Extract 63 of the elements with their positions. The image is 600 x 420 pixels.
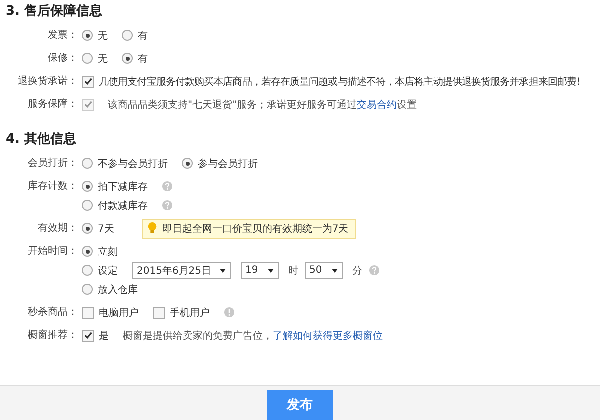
option-label[interactable]: 付款减库存	[98, 198, 148, 212]
hint-text: 设置	[397, 98, 418, 112]
option-label[interactable]: 无	[98, 52, 108, 66]
dropdown[interactable]: 50	[304, 262, 343, 279]
hint-text: 该商品品类须支持"七天退货"服务；承诺更好服务可通过	[108, 98, 358, 112]
lightbulb-icon	[147, 222, 158, 235]
radio-button[interactable]	[82, 265, 93, 276]
field-label: 服务保障：	[28, 99, 78, 110]
link[interactable]: 了解如何获得更多橱窗位	[273, 328, 383, 342]
option-label[interactable]: 立刻	[98, 244, 118, 258]
link[interactable]: 交易合约	[357, 98, 398, 112]
radio-button[interactable]	[82, 200, 93, 211]
option-label[interactable]: 电脑用户	[99, 306, 139, 320]
option-label[interactable]: 手机用户	[170, 306, 210, 320]
option-label[interactable]: 有	[138, 52, 148, 66]
checkbox[interactable]	[153, 306, 165, 318]
option-label[interactable]: 不参与会员打折	[98, 156, 168, 170]
option-label[interactable]: 7天	[98, 222, 114, 236]
field-label: 库存计数：	[28, 181, 78, 192]
dropdown[interactable]: 2015年6月25日	[132, 262, 231, 279]
field-label: 有效期：	[38, 223, 78, 234]
help-icon[interactable]	[162, 200, 173, 211]
field-label: 开始时间：	[28, 246, 78, 257]
option-label[interactable]: 设定	[98, 264, 118, 278]
radio-button[interactable]	[182, 158, 193, 169]
option-label[interactable]: 有	[138, 28, 148, 42]
hint-text: 橱窗是提供给卖家的免费广告位，	[123, 330, 273, 342]
checkbox[interactable]	[82, 330, 94, 342]
caret-icon	[268, 268, 274, 272]
hint-text: 分	[352, 264, 363, 278]
field-label: 发票：	[48, 30, 78, 41]
radio-button[interactable]	[82, 181, 93, 192]
radio-button[interactable]	[82, 284, 93, 295]
field-label: 退换货承诺：	[18, 76, 78, 87]
dropdown[interactable]: 19	[240, 262, 279, 279]
radio-button[interactable]	[122, 30, 133, 41]
radio-button[interactable]	[82, 223, 93, 234]
radio-button[interactable]	[82, 53, 93, 64]
option-label[interactable]: 参与会员打折	[198, 156, 258, 170]
section-title: 3. 售后保障信息	[6, 2, 104, 20]
checkbox[interactable]	[82, 306, 94, 318]
option-label[interactable]: 拍下减库存	[98, 180, 148, 194]
section-title: 4. 其他信息	[6, 131, 78, 148]
caret-icon	[332, 268, 338, 272]
field-label: 会员打折：	[28, 158, 78, 169]
option-label[interactable]: 几使用支付宝服务付款购买本店商品，若存在质量问题或与描述不符，本店将主动提供退换货服务并承担来回邮费!	[99, 74, 580, 88]
radio-button[interactable]	[82, 30, 93, 41]
checkbox[interactable]	[82, 76, 94, 88]
option-label[interactable]: 无	[98, 28, 108, 42]
field-label: 保修：	[48, 53, 78, 64]
option-label[interactable]: 是	[99, 328, 109, 342]
field-label: 秒杀商品：	[28, 307, 78, 318]
caret-icon	[220, 268, 226, 272]
field-label: 橱窗推荐：	[28, 330, 78, 341]
option-label[interactable]: 放入仓库	[98, 282, 138, 296]
help-icon[interactable]	[162, 181, 173, 192]
radio-button[interactable]	[82, 246, 93, 257]
radio-button[interactable]	[122, 53, 133, 64]
info-icon[interactable]	[224, 307, 235, 318]
radio-button[interactable]	[82, 158, 93, 169]
help-icon[interactable]	[368, 265, 380, 276]
hint-text: 时	[288, 264, 299, 278]
tip-text: 即日起全网一口价宝贝的有效期统一为7天	[162, 222, 349, 236]
